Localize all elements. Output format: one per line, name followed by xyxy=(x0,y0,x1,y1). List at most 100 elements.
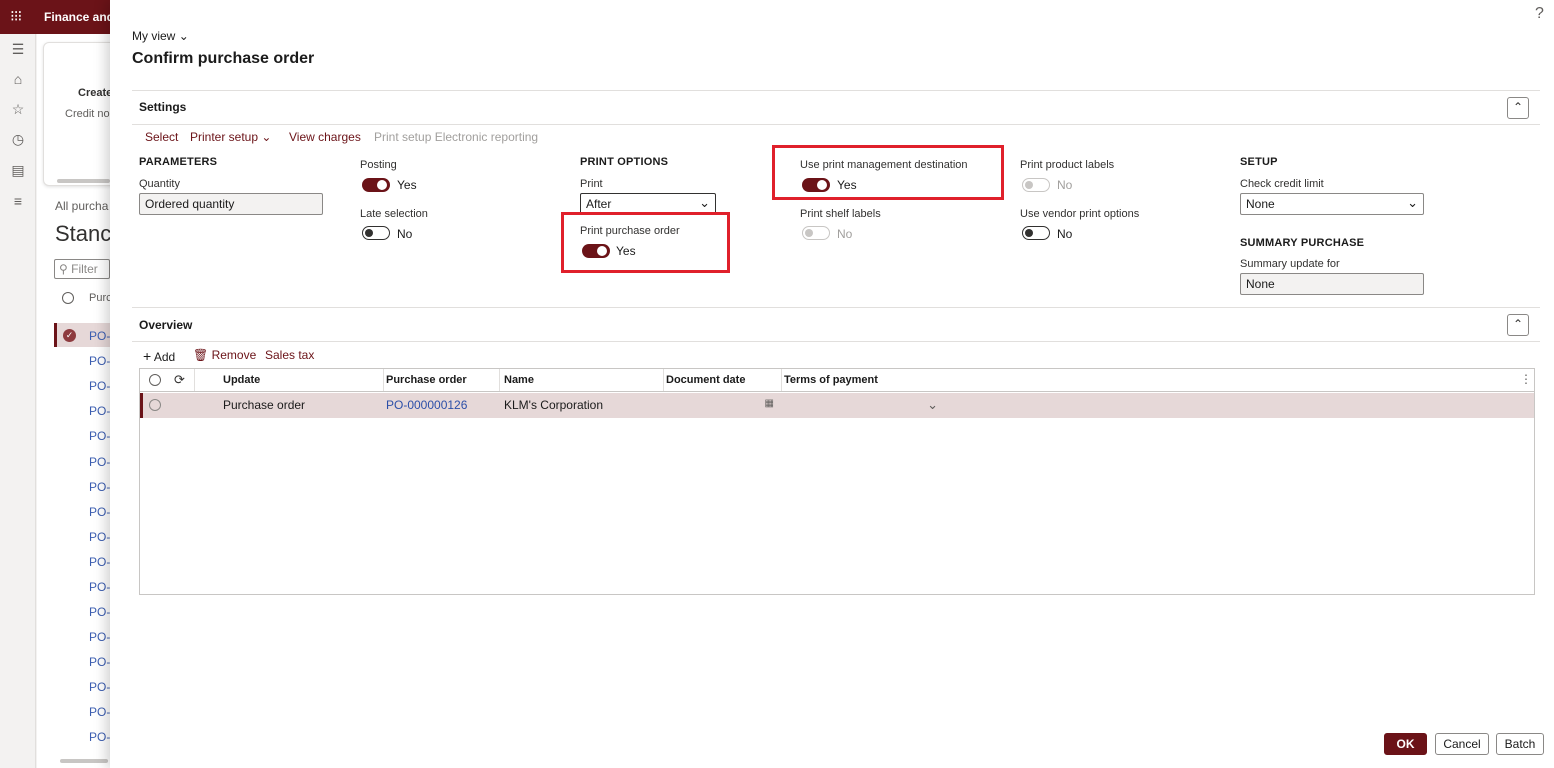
print-product-value: No xyxy=(1057,178,1073,192)
filter-input[interactable]: ⚲ Filter xyxy=(54,259,110,279)
background-list-item[interactable]: PO- xyxy=(89,730,110,744)
column-header-terms[interactable]: Terms of payment xyxy=(784,374,878,386)
workspace-icon[interactable]: ▤ xyxy=(9,162,27,179)
sales-tax-action[interactable]: Sales tax xyxy=(265,348,314,362)
use-print-mgmt-label: Use print management destination xyxy=(800,159,968,171)
column-header-document-date[interactable]: Document date xyxy=(666,374,745,386)
printer-setup-action[interactable]: Printer setup ⌄ xyxy=(190,130,271,144)
confirm-dialog: ? My view ⌄ Confirm purchase order Setti… xyxy=(110,0,1554,768)
late-selection-toggle[interactable] xyxy=(362,226,390,240)
divider xyxy=(132,90,1540,91)
row-terms-select[interactable]: ⌄ xyxy=(784,397,940,414)
calendar-icon[interactable]: ▦ xyxy=(765,398,774,409)
background-list-item[interactable]: PO- xyxy=(89,455,110,469)
quantity-field[interactable]: Ordered quantity xyxy=(139,193,323,215)
background-list-item[interactable]: PO- xyxy=(89,555,110,569)
breadcrumb: All purcha xyxy=(55,199,109,213)
posting-value: Yes xyxy=(397,178,417,192)
chevron-up-icon: ⌃ xyxy=(1512,100,1524,114)
star-icon[interactable]: ☆ xyxy=(9,101,27,118)
summary-update-field[interactable]: None xyxy=(1240,273,1424,295)
print-po-label: Print purchase order xyxy=(580,225,680,237)
select-action[interactable]: Select xyxy=(145,130,178,144)
highlight-box xyxy=(561,212,730,273)
col-divider xyxy=(663,369,664,391)
column-header-update[interactable]: Update xyxy=(223,374,260,386)
posting-label: Posting xyxy=(360,159,397,171)
row-name-cell[interactable]: KLM's Corporation xyxy=(504,398,603,412)
select-all-radio[interactable] xyxy=(62,292,74,304)
list-column-header: Purc xyxy=(89,292,112,304)
col-divider xyxy=(499,369,500,391)
overview-collapse-button[interactable]: ⌃ xyxy=(1507,314,1529,336)
vendor-print-label: Use vendor print options xyxy=(1020,208,1140,220)
overview-section-label[interactable]: Overview xyxy=(139,318,192,332)
clock-icon[interactable]: ◷ xyxy=(9,131,27,148)
posting-toggle[interactable] xyxy=(362,178,390,192)
row-document-date-field[interactable]: ▦ xyxy=(666,398,776,414)
chevron-down-icon: ⌄ xyxy=(699,195,710,210)
background-list-item[interactable]: PO- xyxy=(89,329,110,343)
row-update-cell[interactable]: Purchase order xyxy=(223,398,305,412)
vendor-print-toggle[interactable] xyxy=(1022,226,1050,240)
credit-limit-select[interactable]: None ⌄ xyxy=(1240,193,1424,215)
chevron-up-icon: ⌃ xyxy=(1512,317,1524,331)
settings-collapse-button[interactable]: ⌃ xyxy=(1507,97,1529,119)
print-product-toggle xyxy=(1022,178,1050,192)
background-list-item[interactable]: PO- xyxy=(89,580,110,594)
background-list-item[interactable]: PO- xyxy=(89,429,110,443)
print-shelf-toggle xyxy=(802,226,830,240)
settings-section-label[interactable]: Settings xyxy=(139,100,186,114)
background-list-item[interactable]: PO- xyxy=(89,705,110,719)
background-list-item[interactable]: PO- xyxy=(89,655,110,669)
list-icon[interactable]: ≡ xyxy=(9,193,27,209)
more-icon[interactable]: ⋮ xyxy=(1520,372,1532,386)
print-po-toggle[interactable] xyxy=(582,244,610,258)
help-icon[interactable]: ? xyxy=(1535,5,1544,23)
grid-header-divider xyxy=(140,391,1534,392)
column-header-name[interactable]: Name xyxy=(504,374,534,386)
waffle-icon[interactable]: ⁝⁝⁝ xyxy=(10,9,22,24)
background-list-item[interactable]: PO- xyxy=(89,480,110,494)
background-list-item[interactable]: PO- xyxy=(89,379,110,393)
ok-button[interactable]: OK xyxy=(1384,733,1427,755)
select-all-radio[interactable] xyxy=(149,374,161,386)
background-list-item[interactable]: PO- xyxy=(89,680,110,694)
remove-action[interactable]: 🗑 Remove xyxy=(193,348,256,362)
refresh-icon[interactable]: ⟳ xyxy=(174,372,185,388)
cancel-button[interactable]: Cancel xyxy=(1435,733,1489,755)
print-product-label: Print product labels xyxy=(1020,159,1115,171)
row-purchase-order-link[interactable]: PO-000000126 xyxy=(386,398,467,412)
summary-purchase-header: SUMMARY PURCHASE xyxy=(1240,237,1365,249)
use-print-mgmt-value: Yes xyxy=(837,178,857,192)
background-list-item[interactable]: PO- xyxy=(89,505,110,519)
use-print-mgmt-toggle[interactable] xyxy=(802,178,830,192)
row-select-radio[interactable] xyxy=(149,399,161,411)
background-list-item[interactable]: PO- xyxy=(89,605,110,619)
batch-button[interactable]: Batch xyxy=(1496,733,1544,755)
background-list-item[interactable]: PO- xyxy=(89,404,110,418)
home-icon[interactable]: ⌂ xyxy=(9,71,27,87)
view-selector[interactable]: My view ⌄ xyxy=(132,29,189,43)
late-selection-label: Late selection xyxy=(360,208,428,220)
hamburger-icon[interactable]: ☰ xyxy=(9,41,27,58)
add-action[interactable]: + Add xyxy=(143,348,175,364)
summary-update-label: Summary update for xyxy=(1240,258,1340,270)
divider xyxy=(132,124,1540,125)
background-list-item[interactable]: PO- xyxy=(89,530,110,544)
column-header-purchase-order[interactable]: Purchase order xyxy=(386,374,467,386)
background-list-item[interactable]: PO- xyxy=(89,354,110,368)
quantity-label: Quantity xyxy=(139,178,180,190)
col-divider xyxy=(383,369,384,391)
card-subtitle: Credit no xyxy=(65,108,110,120)
vendor-print-value: No xyxy=(1057,227,1073,241)
scrollbar[interactable] xyxy=(57,179,110,183)
background-list-item[interactable]: PO- xyxy=(89,630,110,644)
setup-header: SETUP xyxy=(1240,156,1278,168)
print-setup-er-action: Print setup Electronic reporting xyxy=(374,130,539,144)
filter-icon: ⚲ xyxy=(59,262,68,276)
view-charges-action[interactable]: View charges xyxy=(289,130,361,144)
checkmark-icon: ✓ xyxy=(63,329,76,342)
list-scrollbar[interactable] xyxy=(60,759,108,763)
divider xyxy=(132,307,1540,308)
